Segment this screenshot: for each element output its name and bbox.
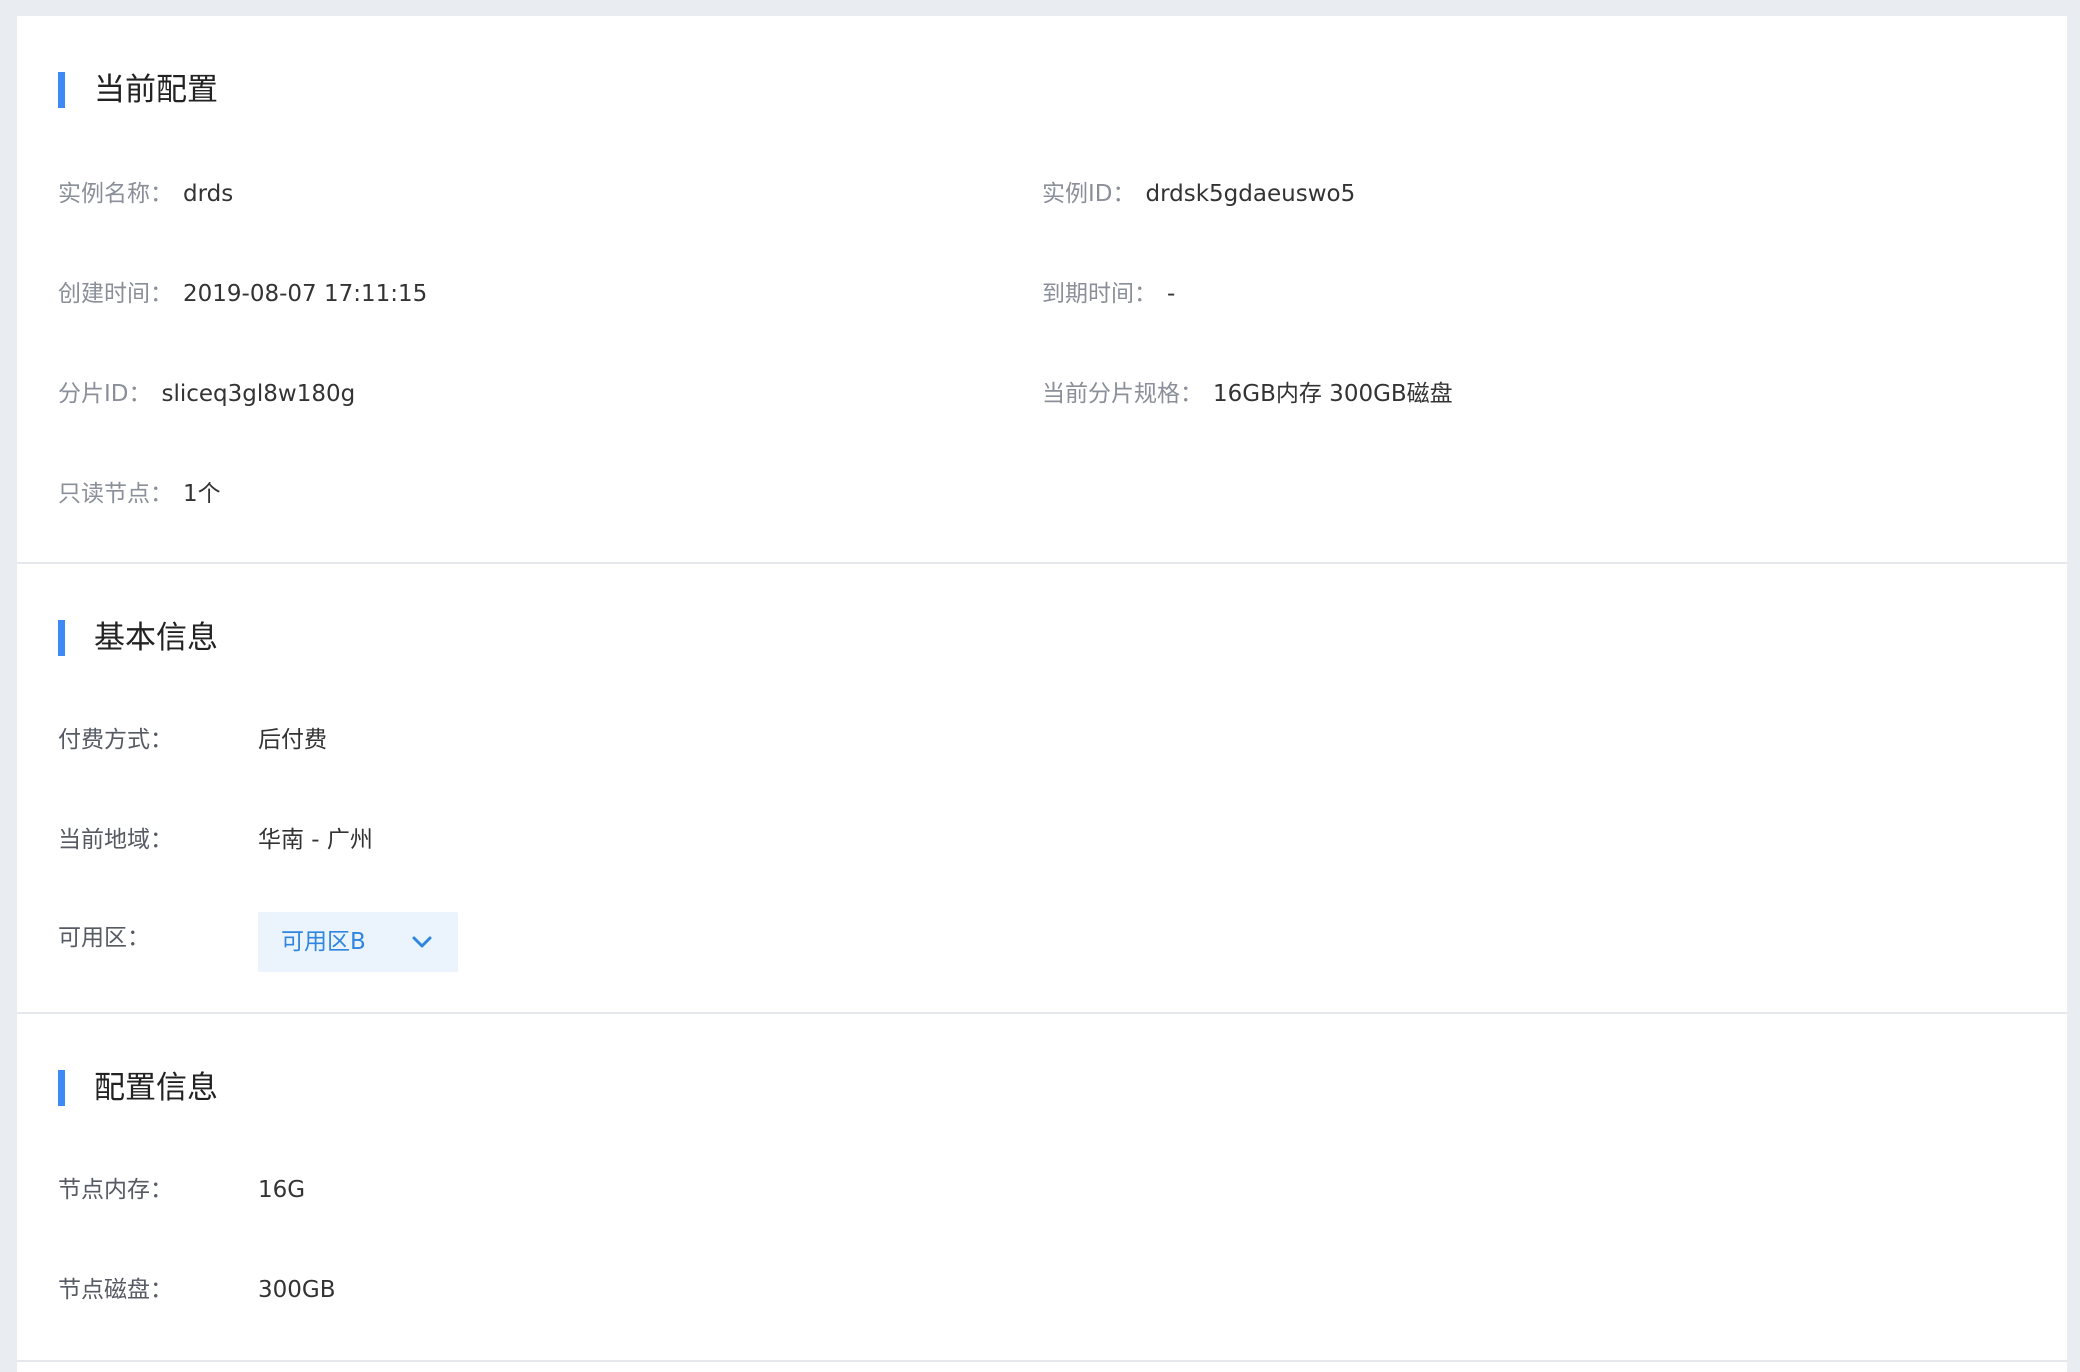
readonly-node-label: 只读节点： <box>58 481 173 507</box>
current-config-title-text: 当前配置 <box>94 72 218 108</box>
instance-name-row: 实例名称： drds <box>58 178 233 210</box>
instance-id-value: drdsk5gdaeuswo5 <box>1145 181 1356 207</box>
expire-time-row: 到期时间： - <box>1042 278 1175 310</box>
instance-name-label: 实例名称： <box>58 181 173 207</box>
node-disk-value: 300GB <box>258 1277 336 1303</box>
readonly-node-value: 1个 <box>183 481 221 507</box>
instance-name-value: drds <box>183 181 234 207</box>
billing-value: 后付费 <box>258 727 327 753</box>
region-value: 华南 - 广州 <box>258 827 373 853</box>
title-accent-bar <box>58 72 65 108</box>
shard-spec-label: 当前分片规格： <box>1042 381 1203 407</box>
created-time-row: 创建时间： 2019-08-07 17:11:15 <box>58 278 427 310</box>
basic-info-section: 基本信息 付费方式： 后付费 当前地域： 华南 - 广州 可用区： 可用区B <box>17 564 2067 1028</box>
zone-dropdown[interactable]: 可用区B <box>258 912 458 972</box>
section-divider <box>17 1360 2067 1362</box>
instance-id-row: 实例ID： drdsk5gdaeuswo5 <box>1042 178 1355 210</box>
shard-id-row: 分片ID： sliceq3gl8w180g <box>58 378 355 410</box>
zone-label: 可用区： <box>58 925 150 951</box>
expire-time-value: - <box>1167 281 1176 307</box>
instance-detail-panel: 当前配置 实例名称： drds 实例ID： drdsk5gdaeuswo5 创建时间… <box>17 16 2067 1372</box>
shard-id-value: sliceq3gl8w180g <box>161 381 356 407</box>
instance-id-label: 实例ID： <box>1042 181 1136 207</box>
expire-time-label: 到期时间： <box>1042 281 1157 307</box>
shard-spec-value: 16GB内存 300GB磁盘 <box>1213 381 1453 407</box>
title-accent-bar <box>58 1070 65 1106</box>
current-config-section: 当前配置 实例名称： drds 实例ID： drdsk5gdaeuswo5 创建时间… <box>17 16 2067 564</box>
shard-spec-row: 当前分片规格： 16GB内存 300GB磁盘 <box>1042 378 1453 410</box>
shard-id-label: 分片ID： <box>58 381 152 407</box>
region-label: 当前地域： <box>58 827 173 853</box>
node-disk-label: 节点磁盘： <box>58 1277 173 1303</box>
basic-info-title-text: 基本信息 <box>94 620 218 656</box>
title-accent-bar <box>58 620 65 656</box>
chevron-down-icon <box>412 936 432 948</box>
created-time-value: 2019-08-07 17:11:15 <box>183 281 428 307</box>
zone-dropdown-selected: 可用区B <box>281 929 366 955</box>
created-time-label: 创建时间： <box>58 281 173 307</box>
billing-label: 付费方式： <box>58 727 173 753</box>
config-info-title-text: 配置信息 <box>94 1070 218 1106</box>
node-memory-label: 节点内存： <box>58 1177 173 1203</box>
config-info-section: 配置信息 节点内存： 16G 节点磁盘： 300GB <box>17 1014 2067 1372</box>
readonly-node-row: 只读节点： 1个 <box>58 478 221 510</box>
node-memory-value: 16G <box>258 1177 306 1203</box>
